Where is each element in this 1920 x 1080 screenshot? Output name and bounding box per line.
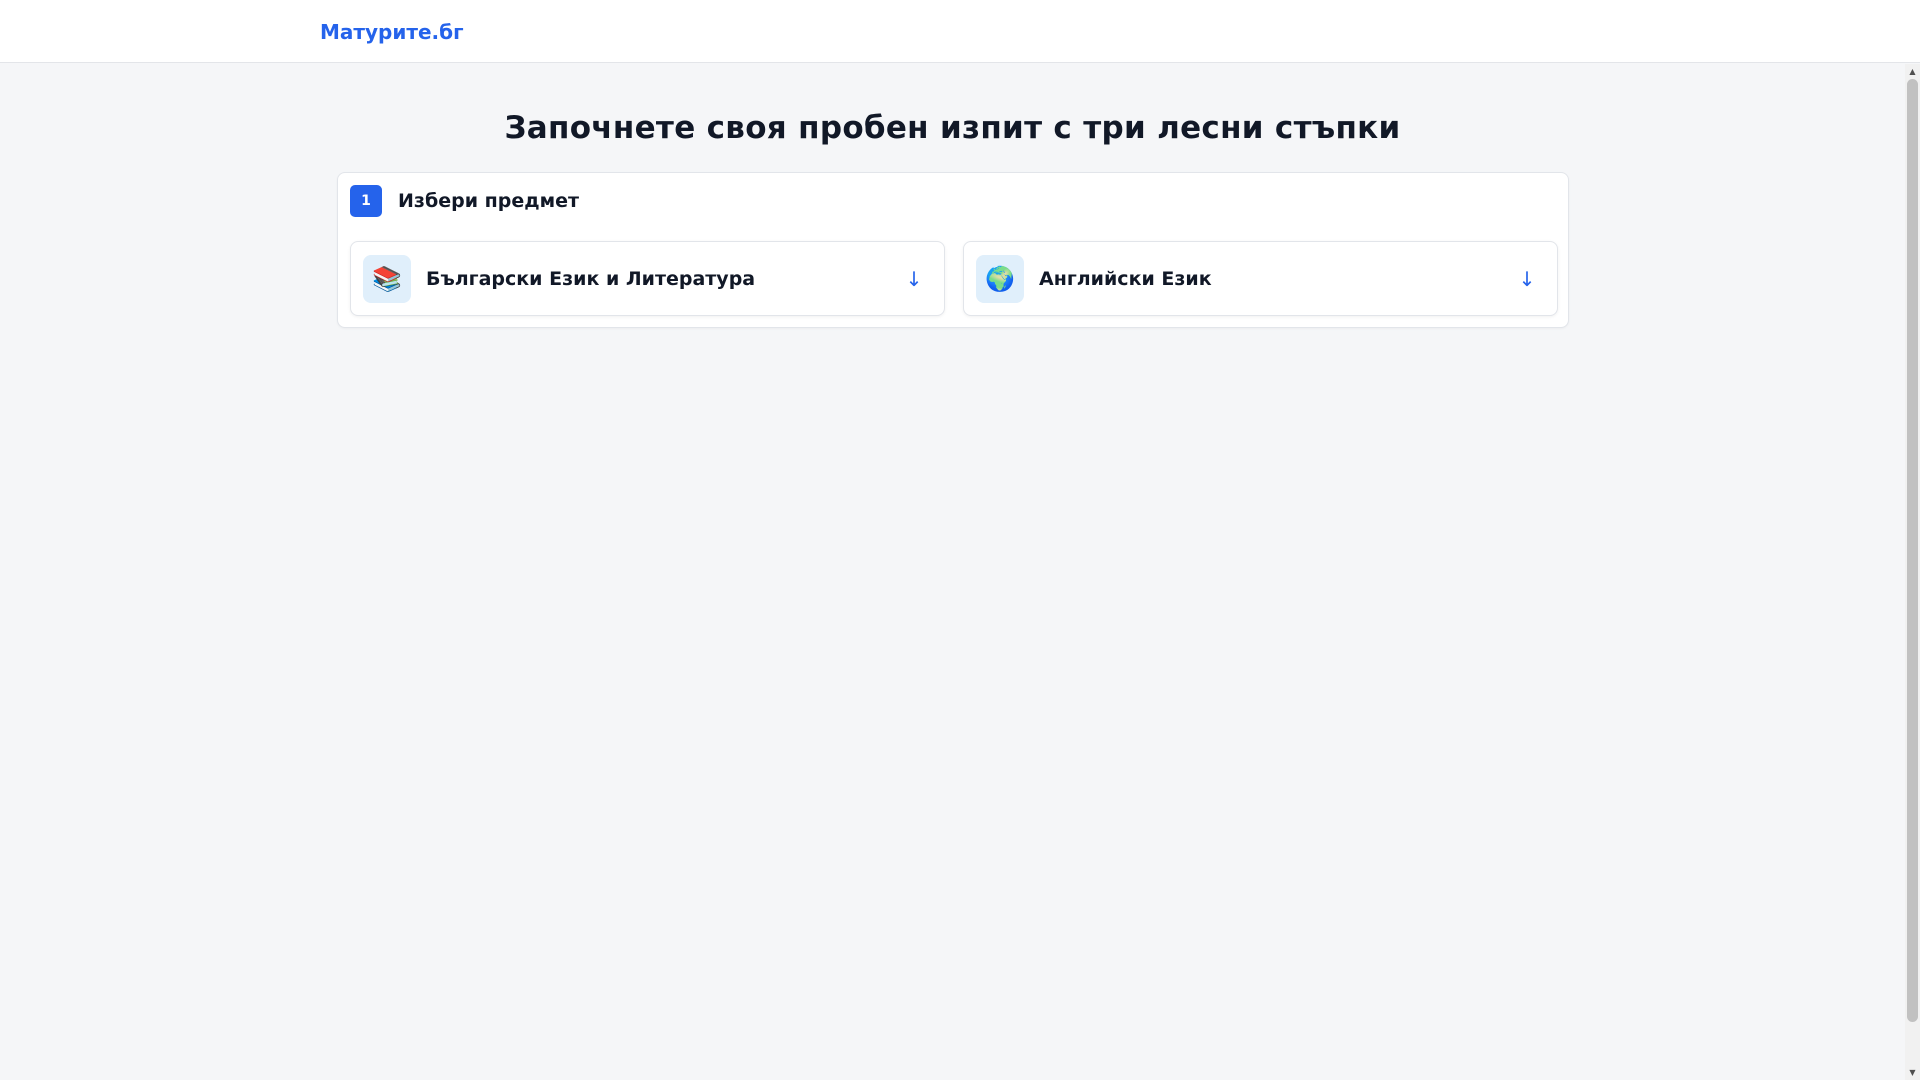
scroll-down-icon[interactable]: ▼ xyxy=(1905,1065,1920,1080)
step-1-card: 1 Избери предмет 📚 Български Език и Лите… xyxy=(337,172,1569,328)
step-number-badge: 1 xyxy=(350,185,382,217)
top-navbar: Матурите.бг xyxy=(0,0,1920,63)
vertical-scrollbar[interactable]: ▲ ▼ xyxy=(1905,64,1920,1080)
main-content: Започнете своя пробен изпит с три лесни … xyxy=(0,64,1905,1080)
scroll-up-icon[interactable]: ▲ xyxy=(1905,64,1920,79)
page-title: Започнете своя пробен изпит с три лесни … xyxy=(504,110,1401,146)
arrow-down-icon: ↓ xyxy=(1518,266,1536,291)
step-header: 1 Избери предмет xyxy=(350,185,579,217)
subject-option-bulgarian[interactable]: 📚 Български Език и Литература ↓ xyxy=(350,241,945,316)
arrow-down-icon: ↓ xyxy=(905,266,923,291)
globe-icon: 🌍 xyxy=(976,254,1024,303)
scrollbar-thumb[interactable] xyxy=(1907,79,1918,1022)
step-title: Избери предмет xyxy=(398,190,580,212)
books-icon: 📚 xyxy=(363,254,411,303)
subject-option-english[interactable]: 🌍 Английски Език ↓ xyxy=(963,241,1558,316)
brand-logo-link[interactable]: Матурите.бг xyxy=(320,20,464,44)
subject-label: Английски Език xyxy=(1039,267,1212,290)
subject-label: Български Език и Литература xyxy=(426,267,756,290)
subject-options: 📚 Български Език и Литература ↓ 🌍 Англий… xyxy=(350,241,1558,316)
